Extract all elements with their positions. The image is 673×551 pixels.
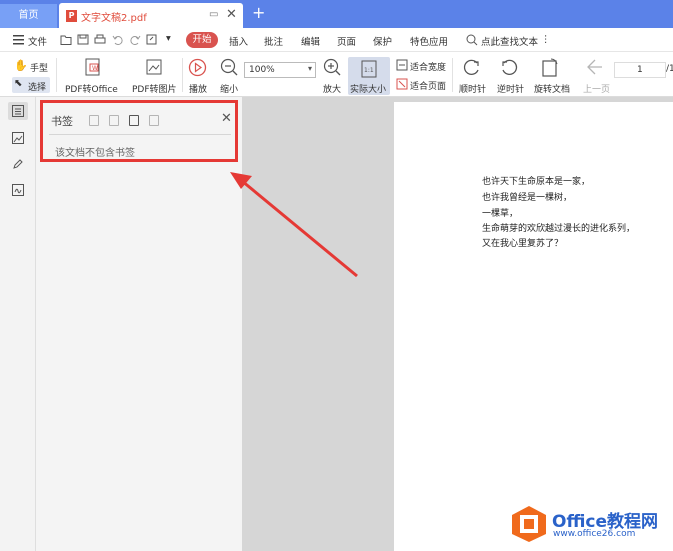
office-logo-icon: [512, 506, 546, 542]
red-arrow-annotation: [230, 172, 358, 278]
office26-watermark: Office教程网 www.office26.com: [510, 503, 672, 545]
brand-url: www.office26.com: [553, 529, 636, 539]
